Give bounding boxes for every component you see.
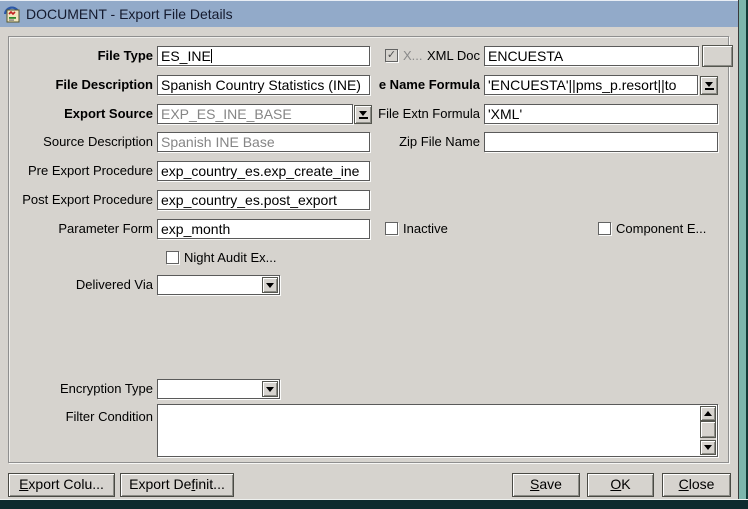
xml-doc-field[interactable]: ENCUESTA	[484, 46, 699, 66]
filter-condition-textarea[interactable]	[157, 404, 718, 457]
component-export-label: Component E...	[616, 219, 706, 239]
export-source-lov-button[interactable]	[354, 105, 372, 124]
source-description-field[interactable]: Spanish INE Base	[157, 132, 370, 152]
file-extn-formula-label: File Extn Formula	[375, 104, 480, 124]
filter-condition-scrollbar[interactable]	[700, 406, 716, 455]
export-definition-button[interactable]: Export Definit...	[120, 473, 234, 497]
document-form-icon	[4, 6, 21, 23]
pre-export-procedure-field[interactable]: exp_country_es.exp_create_ine	[157, 161, 370, 181]
text-caret	[211, 49, 212, 63]
encryption-type-combo[interactable]	[157, 379, 280, 399]
lov-arrow-icon	[705, 82, 714, 90]
title-bar: DOCUMENT - Export File Details	[0, 0, 738, 27]
export-source-label: Export Source	[8, 104, 153, 124]
file-name-formula-lov-button[interactable]	[700, 76, 718, 95]
arrow-down-icon	[704, 445, 712, 450]
file-extn-formula-field[interactable]: 'XML'	[484, 104, 718, 124]
check-icon: ✓	[387, 49, 396, 61]
file-name-formula-label: e Name Formula	[366, 75, 480, 95]
night-audit-label: Night Audit Ex...	[184, 248, 277, 268]
inactive-label: Inactive	[403, 219, 448, 239]
xml-doc-browse-button[interactable]	[702, 45, 733, 67]
scrollbar-down-button[interactable]	[700, 440, 716, 455]
arrow-up-icon	[704, 411, 712, 416]
window-title: DOCUMENT - Export File Details	[26, 6, 233, 22]
zip-file-name-field[interactable]	[484, 132, 718, 152]
export-file-details-window: DOCUMENT - Export File Details File Type…	[0, 0, 748, 509]
post-export-procedure-label: Post Export Procedure	[8, 190, 153, 210]
pre-export-procedure-label: Pre Export Procedure	[8, 161, 153, 181]
chevron-down-icon[interactable]	[262, 381, 278, 397]
close-button[interactable]: Close	[662, 473, 731, 497]
delivered-via-label: Delivered Via	[8, 275, 153, 295]
file-name-formula-field[interactable]: 'ENCUESTA'||pms_p.resort||to	[484, 75, 698, 95]
file-description-field[interactable]: Spanish Country Statistics (INE)	[157, 75, 370, 95]
ok-button[interactable]: OK	[587, 473, 654, 497]
window-frame-bottom	[0, 499, 748, 509]
file-type-label: File Type	[8, 46, 153, 66]
component-export-checkbox[interactable]	[598, 222, 611, 235]
parameter-form-label: Parameter Form	[8, 219, 153, 239]
chevron-down-icon[interactable]	[262, 277, 278, 293]
delivered-via-combo[interactable]	[157, 275, 280, 295]
encryption-type-label: Encryption Type	[8, 379, 153, 399]
xml-doc-label: XML Doc	[410, 46, 480, 66]
file-type-field[interactable]: ES_INE	[157, 46, 370, 66]
source-description-label: Source Description	[8, 132, 153, 152]
export-columns-button[interactable]: Export Colu...	[8, 473, 115, 497]
export-source-field[interactable]: EXP_ES_INE_BASE	[157, 104, 353, 124]
scrollbar-up-button[interactable]	[700, 406, 716, 421]
filter-condition-label: Filter Condition	[8, 407, 153, 427]
file-description-label: File Description	[8, 75, 153, 95]
xml-checkbox[interactable]: ✓	[385, 49, 398, 62]
save-button[interactable]: Save	[512, 473, 580, 497]
zip-file-name-label: Zip File Name	[375, 132, 480, 152]
post-export-procedure-field[interactable]: exp_country_es.post_export	[157, 190, 370, 210]
parameter-form-field[interactable]: exp_month	[157, 219, 370, 239]
inactive-checkbox[interactable]	[385, 222, 398, 235]
night-audit-checkbox[interactable]	[166, 251, 179, 264]
window-frame-right	[738, 0, 748, 509]
lov-arrow-icon	[359, 111, 368, 119]
scrollbar-thumb[interactable]	[700, 421, 716, 438]
